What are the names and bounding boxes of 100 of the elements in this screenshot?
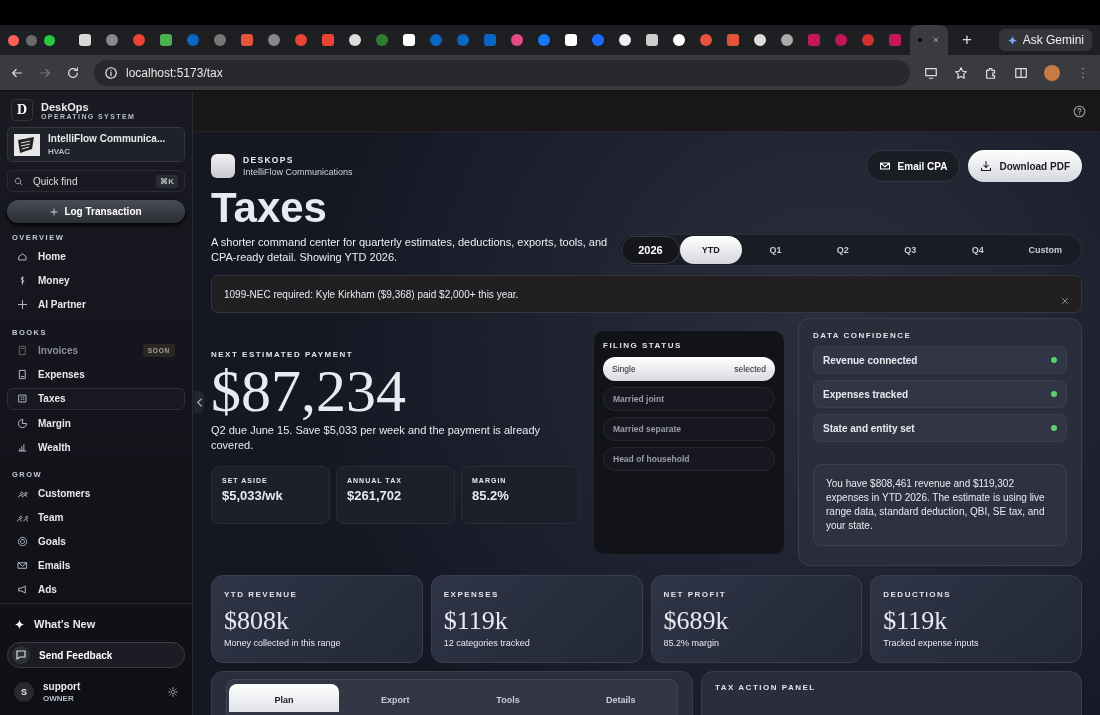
company-name: IntelliFlow Communica... [48, 133, 166, 144]
megaphone-icon [17, 584, 28, 596]
collapse-sidebar-button[interactable] [194, 391, 204, 413]
year-selector[interactable]: 2026 [621, 236, 680, 264]
brand-name: DESKOPS [243, 155, 295, 165]
whats-new-link[interactable]: What's New [7, 614, 185, 634]
panel-tab[interactable]: Export [339, 684, 452, 712]
help-icon [1073, 104, 1086, 118]
sidebar-item[interactable]: Wealth [7, 436, 185, 459]
send-feedback-button[interactable]: Send Feedback [7, 642, 185, 668]
metric-note: Tracked expense inputs [883, 638, 980, 648]
sidebar-item[interactable]: Goals [7, 530, 185, 553]
metric-note: 85.2% margin [663, 638, 721, 648]
metric-note: 12 categories tracked [443, 638, 531, 648]
chevron-left-icon [195, 397, 203, 407]
user-name: support [43, 681, 81, 692]
gemini-button[interactable]: Ask Gemini [998, 29, 1092, 51]
chat-bubble-icon [12, 646, 30, 664]
selected-tag: selected [734, 364, 766, 374]
mail-icon [878, 160, 891, 172]
panel-tab[interactable]: Details [564, 684, 677, 712]
stat-value: 85.2% [472, 488, 510, 503]
address-bar[interactable]: localhost:5173/tax [94, 59, 910, 86]
window-control-icon[interactable] [44, 34, 55, 46]
filing-option[interactable]: Single selected [603, 357, 775, 381]
sidebar-item[interactable]: Home [7, 245, 185, 268]
sidebar-item[interactable]: Expenses [7, 363, 185, 386]
stat-value: $261,702 [347, 488, 403, 503]
pie-icon [17, 417, 28, 429]
sidebar-item[interactable]: Taxes [7, 387, 185, 411]
document-icon [17, 345, 28, 357]
new-tab-button[interactable]: + [958, 30, 976, 50]
close-icon [932, 36, 940, 44]
period-tab[interactable]: Custom [1011, 236, 1079, 264]
metric-value: $119k [443, 606, 509, 636]
extensions-icon [984, 65, 998, 80]
theme-toggle-icon [168, 687, 178, 697]
site-info-icon [104, 65, 118, 80]
favicon-icon[interactable] [348, 34, 361, 46]
reload-icon [66, 65, 80, 80]
page-title: Taxes [211, 184, 328, 232]
page-description: A shorter command center for quarterly estimates, deductions, exports, tools, and CPA-ready detail. Showing YTD 2026. [211, 235, 609, 265]
sidebar-item[interactable]: Ads [7, 578, 185, 601]
receipt-icon [17, 369, 28, 381]
shortcut-hint: ⌘K [156, 174, 178, 188]
sidebar-item[interactable]: Team [7, 506, 185, 529]
favicon-icon[interactable] [618, 34, 631, 46]
download-button[interactable]: Download PDF [968, 150, 1082, 182]
favicon-icon[interactable] [564, 34, 577, 46]
confidence-summary: You have $808,461 revenue and $119,302 expenses in YTD 2026. The estimate is using live range data, standard deduction, QBI, SE tax, and your state. [813, 464, 1067, 546]
quick-find-field[interactable]: Quick find [31, 174, 149, 188]
metric-note: Money collected in this range [224, 638, 342, 648]
stat-value: $5,033/wk [222, 488, 284, 503]
app-tile-icon [211, 154, 235, 178]
metric-label: DEDUCTIONS [883, 590, 953, 599]
reading-mode-icon [1014, 65, 1028, 80]
payment-note: Q2 due June 15. Save $5,033 per week and the payment is already covered. [211, 423, 541, 453]
period-tab[interactable]: Q3 [876, 236, 945, 264]
panel-tab[interactable]: Plan [229, 684, 339, 712]
company-industry: HVAC [48, 147, 72, 156]
panel-tab[interactable]: Tools [451, 684, 565, 712]
filing-option[interactable]: Head of household [603, 447, 775, 471]
close-icon [1061, 297, 1069, 305]
mail-icon [17, 560, 28, 572]
metric-label: YTD REVENUE [224, 590, 299, 599]
window-control-icon[interactable] [26, 34, 37, 46]
period-tab[interactable]: Q4 [944, 236, 1012, 264]
install-icon [924, 65, 938, 80]
favicon-icon[interactable] [78, 34, 91, 46]
payment-amount: $87,234 [211, 363, 407, 419]
sidebar-item[interactable]: Customers [7, 482, 185, 505]
section-label: NEXT ESTIMATED PAYMENT [211, 350, 355, 359]
favicon-icon[interactable] [159, 34, 172, 46]
filing-option[interactable]: Married separate [603, 417, 775, 441]
favicon-icon[interactable] [753, 34, 766, 46]
period-tab[interactable]: YTD [679, 236, 742, 264]
period-tab[interactable]: Q1 [741, 236, 810, 264]
profile-avatar[interactable] [1044, 64, 1060, 81]
sidebar-item[interactable]: AI Partner [7, 293, 185, 316]
confidence-label: State and entity set [823, 422, 915, 434]
bar-chart-icon [17, 441, 28, 453]
sidebar-item[interactable]: Margin [7, 412, 185, 435]
favicon-icon[interactable] [672, 34, 685, 46]
sidebar-item[interactable]: Money [7, 269, 185, 292]
favicon-icon[interactable] [780, 34, 793, 46]
home-icon [17, 250, 28, 262]
company-switcher[interactable]: IntelliFlow Communica... HVAC [7, 127, 185, 162]
window-control-icon[interactable] [8, 34, 19, 46]
metric-value: $689k [663, 606, 730, 636]
email-button[interactable]: Email CPA [865, 150, 961, 182]
period-tab[interactable]: Q2 [809, 236, 877, 264]
user-avatar: S [14, 682, 34, 702]
sidebar-item[interactable]: Emails [7, 554, 185, 577]
quick-find-bar[interactable]: Quick find ⌘K [7, 170, 185, 193]
favicon-icon[interactable] [402, 34, 415, 46]
favicon-icon[interactable] [645, 34, 658, 46]
panel-title: DATA CONFIDENCE [813, 331, 913, 340]
log-transaction-button[interactable]: Log Transaction [7, 200, 185, 224]
filing-option[interactable]: Married joint [603, 387, 775, 411]
metric-label: NET PROFIT [663, 590, 728, 599]
